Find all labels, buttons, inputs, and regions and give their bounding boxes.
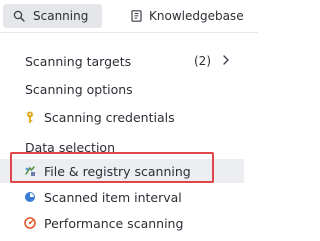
performance-scanning-label: Performance scanning [44, 215, 184, 231]
key-icon [24, 111, 36, 123]
menu-item-performance-scanning[interactable]: Performance scanning [0, 211, 244, 235]
section-heading-scanning-options: Scanning options [25, 82, 133, 97]
chevron-right-icon [222, 54, 230, 69]
tab-knowledgebase[interactable]: Knowledgebase [131, 4, 244, 28]
tab-knowledgebase-label: Knowledgebase [149, 9, 244, 23]
menu-item-scanning-credentials[interactable]: Scanning credentials [0, 105, 244, 129]
scanning-targets-label: Scanning targets [25, 53, 132, 69]
scanned-item-interval-label: Scanned item interval [44, 189, 182, 205]
menu-item-scanning-targets[interactable]: Scanning targets (2) [0, 51, 258, 71]
scanning-targets-count: (2) [194, 54, 211, 68]
search-icon [13, 10, 25, 22]
menu-item-scanned-item-interval[interactable]: Scanned item interval [0, 185, 244, 209]
scanning-menu: Scanning targets (2) Scanning options Sc… [0, 33, 258, 241]
interval-icon [24, 191, 36, 203]
tab-scanning-label: Scanning [33, 9, 89, 23]
highlight-annotation-box [10, 152, 214, 183]
performance-gauge-icon [24, 217, 36, 229]
book-icon [131, 10, 142, 22]
tab-scanning[interactable]: Scanning [3, 4, 102, 28]
scanning-credentials-label: Scanning credentials [44, 109, 175, 125]
top-navigation-bar: Scanning Knowledgebase [0, 0, 258, 32]
